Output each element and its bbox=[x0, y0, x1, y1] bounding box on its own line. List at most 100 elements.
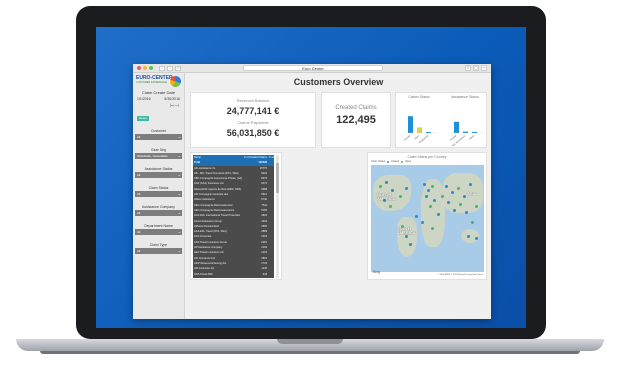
map-marker[interactable] bbox=[431, 227, 434, 230]
map-marker[interactable] bbox=[405, 187, 408, 190]
map-marker[interactable] bbox=[451, 191, 454, 194]
map-marker[interactable] bbox=[467, 235, 470, 238]
filter-label: Customer bbox=[150, 129, 167, 133]
status-bar[interactable] bbox=[417, 127, 422, 133]
filter-value: All bbox=[137, 211, 141, 215]
map-copyright[interactable]: © 2016 HERE © 2016 Microsoft Corporation… bbox=[438, 274, 483, 276]
date-filter-label: Claim Create Date bbox=[142, 90, 175, 95]
map-marker[interactable] bbox=[383, 199, 386, 202]
map-marker[interactable] bbox=[399, 195, 402, 198]
date-slider-icon[interactable]: ⊢⊣ bbox=[133, 103, 179, 109]
address-bar[interactable]: Euro Center bbox=[243, 65, 383, 71]
chevron-down-icon: ⌄ bbox=[177, 191, 181, 196]
window-controls bbox=[137, 66, 153, 70]
filter-dropdown[interactable]: All ⌄ bbox=[135, 229, 182, 235]
map-marker[interactable] bbox=[423, 183, 426, 186]
table-row[interactable]: ADAC Reiseversicherung8570.70% bbox=[193, 277, 274, 279]
map-marker[interactable] bbox=[429, 205, 432, 208]
filter-value: All bbox=[137, 230, 141, 234]
laptop-notch bbox=[277, 339, 343, 344]
chevron-down-icon: ⌄ bbox=[177, 248, 181, 253]
logo: EURO-CENTER CUSTOMER EXPERIENCE bbox=[136, 76, 181, 88]
tabs-icon[interactable]: ▢ bbox=[473, 65, 479, 71]
claims-table: Name# of Created Claims% of Created Clai… bbox=[193, 155, 274, 278]
table-cell: ADAC Reiseversicherung bbox=[193, 277, 243, 279]
date-to[interactable]: 6/30/2016 bbox=[164, 97, 180, 101]
date-range: 1/1/2016 6/30/2016 bbox=[137, 97, 180, 101]
forward-arrow-icon[interactable]: › bbox=[167, 65, 173, 71]
filter-value: All bbox=[137, 249, 141, 253]
filter-dropdown[interactable]: All ⌄ bbox=[135, 134, 182, 140]
table-scrollbar[interactable] bbox=[276, 155, 279, 278]
browser-window: ‹ › ▭ Euro Center ⇧ ▢ + EURO-CENTER CUST… bbox=[133, 64, 491, 319]
map-marker[interactable] bbox=[409, 243, 412, 246]
laptop-screen: ‹ › ▭ Euro Center ⇧ ▢ + EURO-CENTER CUST… bbox=[96, 27, 526, 328]
map-marker[interactable] bbox=[437, 213, 440, 216]
map-marker[interactable] bbox=[465, 211, 468, 214]
map-marker[interactable] bbox=[405, 235, 408, 238]
world-map[interactable]: NORTH AMERICA ASIA SOUTH AMERICA bbox=[371, 165, 484, 272]
filter-dropdown[interactable]: All ⌄ bbox=[135, 210, 182, 216]
filter-value: All bbox=[137, 173, 141, 177]
minimize-window-icon[interactable] bbox=[143, 66, 147, 70]
map-marker[interactable] bbox=[475, 237, 478, 240]
logo-mark-icon bbox=[170, 76, 181, 87]
created-claims-label: Created Claims bbox=[335, 105, 377, 111]
map-marker[interactable] bbox=[459, 203, 462, 206]
kpi-card-financials: Reserves Balance 24,777,141 € Claims Pay… bbox=[190, 92, 316, 148]
map-marker[interactable] bbox=[401, 225, 404, 228]
map-marker[interactable] bbox=[389, 205, 392, 208]
date-from[interactable]: 1/1/2016 bbox=[137, 97, 151, 101]
reset-button[interactable]: Reset bbox=[137, 116, 149, 121]
filter-dropdown[interactable]: All ⌄ bbox=[135, 172, 182, 178]
map-marker[interactable] bbox=[471, 221, 474, 224]
map-marker[interactable] bbox=[445, 185, 448, 188]
filter-label: Gear Seg bbox=[151, 148, 166, 152]
created-claims-value: 122,495 bbox=[336, 114, 376, 126]
filter-dropdown[interactable]: All ⌄ bbox=[135, 191, 182, 197]
status-bar[interactable] bbox=[463, 131, 468, 133]
new-tab-icon[interactable]: + bbox=[481, 65, 487, 71]
label-south-america: SOUTH AMERICA bbox=[397, 226, 416, 235]
status-bar[interactable] bbox=[454, 121, 459, 133]
share-icon[interactable]: ⇧ bbox=[465, 65, 471, 71]
maximize-window-icon[interactable] bbox=[149, 66, 153, 70]
laptop-foot bbox=[40, 351, 580, 354]
filter-value: Worldwide, Generalists bbox=[137, 154, 168, 158]
status-bar[interactable] bbox=[408, 116, 413, 133]
map-marker[interactable] bbox=[385, 181, 388, 184]
filter-dropdown[interactable]: All ⌄ bbox=[135, 248, 182, 254]
map-marker[interactable] bbox=[463, 195, 466, 198]
map-marker[interactable] bbox=[457, 187, 460, 190]
map-title: Claim Status per Country bbox=[407, 155, 447, 159]
filter-value: All bbox=[137, 192, 141, 196]
category-tick-label: Closed bbox=[403, 134, 411, 142]
map-marker[interactable] bbox=[425, 195, 428, 198]
map-marker[interactable] bbox=[391, 189, 394, 192]
map-marker[interactable] bbox=[427, 189, 430, 192]
map-marker[interactable] bbox=[441, 195, 444, 198]
map-marker[interactable] bbox=[379, 185, 382, 188]
map-marker[interactable] bbox=[447, 201, 450, 204]
filter-dropdown[interactable]: Worldwide, Generalists ⌄ bbox=[135, 153, 182, 159]
sidebar-toggle-icon[interactable]: ▭ bbox=[175, 65, 181, 71]
legend-closed-swatch bbox=[387, 160, 390, 163]
map-marker[interactable] bbox=[469, 183, 472, 186]
filter-sidebar: EURO-CENTER CUSTOMER EXPERIENCE Claim Cr… bbox=[133, 73, 185, 319]
filter-group: Department Name All ⌄ bbox=[133, 224, 184, 235]
map-marker[interactable] bbox=[421, 221, 424, 224]
scrollbar-thumb[interactable] bbox=[276, 163, 279, 193]
kpi-card-created-claims: Created Claims 122,495 bbox=[321, 92, 391, 148]
filter-group: Customer All ⌄ bbox=[133, 129, 184, 140]
map-marker[interactable] bbox=[431, 185, 434, 188]
table-row[interactable]: AGF-EXL International Travel Protection 4… bbox=[193, 213, 274, 218]
map-marker[interactable] bbox=[475, 205, 478, 208]
close-window-icon[interactable] bbox=[137, 66, 141, 70]
status-charts-card: Claims Status Assistance Status Closed Op… bbox=[395, 92, 487, 148]
map-marker[interactable] bbox=[415, 215, 418, 218]
table-cell: 857 bbox=[243, 277, 268, 279]
back-arrow-icon[interactable]: ‹ bbox=[159, 65, 165, 71]
claims-table-scroll[interactable]: Name# of Created Claims% of Created Clai… bbox=[193, 155, 274, 278]
map-marker[interactable] bbox=[453, 209, 456, 212]
map-marker[interactable] bbox=[433, 199, 436, 202]
